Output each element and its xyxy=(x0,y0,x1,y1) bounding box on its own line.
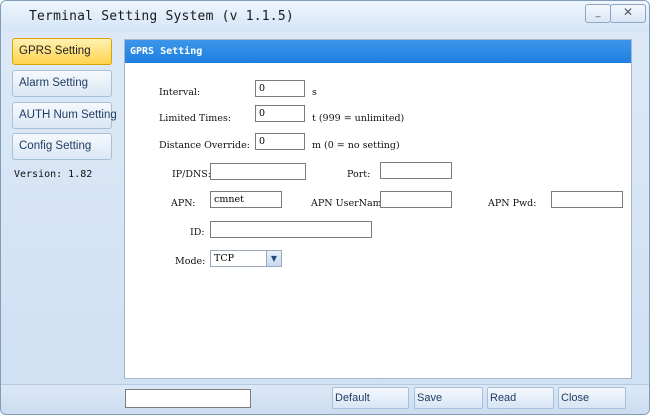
interval-unit: s xyxy=(312,87,317,98)
limited-times-unit: t (999 = unlimited) xyxy=(312,113,405,124)
close-window-button[interactable]: ✕ xyxy=(610,4,646,23)
sidebar-item-gprs-setting[interactable]: GPRS Setting xyxy=(12,38,112,65)
apn-username-input[interactable] xyxy=(380,191,452,208)
app-window: Terminal Setting System (v 1.1.5) _ ✕ GP… xyxy=(0,0,650,415)
panel-title: GPRS Setting xyxy=(130,46,203,57)
apn-input[interactable]: cmnet xyxy=(210,191,282,208)
save-button[interactable]: Save xyxy=(414,387,483,409)
title-bar: Terminal Setting System (v 1.1.5) _ ✕ xyxy=(1,1,649,31)
distance-override-unit: m (0 = no setting) xyxy=(312,140,400,151)
ip-dns-input[interactable] xyxy=(210,163,306,180)
close-button[interactable]: Close xyxy=(558,387,626,409)
default-button[interactable]: Default xyxy=(332,387,409,409)
limited-times-input[interactable]: 0 xyxy=(255,105,305,122)
interval-input[interactable]: 0 xyxy=(255,80,305,97)
limited-times-label: Limited Times: xyxy=(159,113,232,124)
panel-header: GPRS Setting xyxy=(125,40,631,63)
minimize-button[interactable]: _ xyxy=(585,4,611,23)
read-button[interactable]: Read xyxy=(487,387,554,409)
id-label: ID: xyxy=(190,227,205,238)
apn-username-label: APN UserName: xyxy=(311,198,391,209)
distance-override-label: Distance Override: xyxy=(159,140,250,151)
mode-select-value: TCP xyxy=(214,253,234,264)
port-label: Port: xyxy=(347,169,371,180)
settings-panel: GPRS Setting xyxy=(124,39,632,379)
id-input[interactable] xyxy=(210,221,372,238)
version-label: Version: 1.82 xyxy=(14,169,93,180)
interval-label: Interval: xyxy=(159,87,201,98)
distance-override-input[interactable]: 0 xyxy=(255,133,305,150)
mode-select[interactable]: TCP ▼ xyxy=(210,250,282,267)
window-title: Terminal Setting System (v 1.1.5) xyxy=(29,9,294,24)
chevron-down-icon[interactable]: ▼ xyxy=(266,251,281,266)
apn-pwd-label: APN Pwd: xyxy=(488,198,537,209)
apn-label: APN: xyxy=(171,198,196,209)
apn-pwd-input[interactable] xyxy=(551,191,623,208)
sidebar-item-auth-num-setting[interactable]: AUTH Num Setting xyxy=(12,102,117,129)
sidebar-item-alarm-setting[interactable]: Alarm Setting xyxy=(12,70,112,97)
sidebar-item-config-setting[interactable]: Config Setting xyxy=(12,133,112,160)
port-input[interactable] xyxy=(380,162,452,179)
ip-dns-label: IP/DNS: xyxy=(172,169,211,180)
mode-label: Mode: xyxy=(175,256,206,267)
status-field[interactable] xyxy=(125,389,251,408)
